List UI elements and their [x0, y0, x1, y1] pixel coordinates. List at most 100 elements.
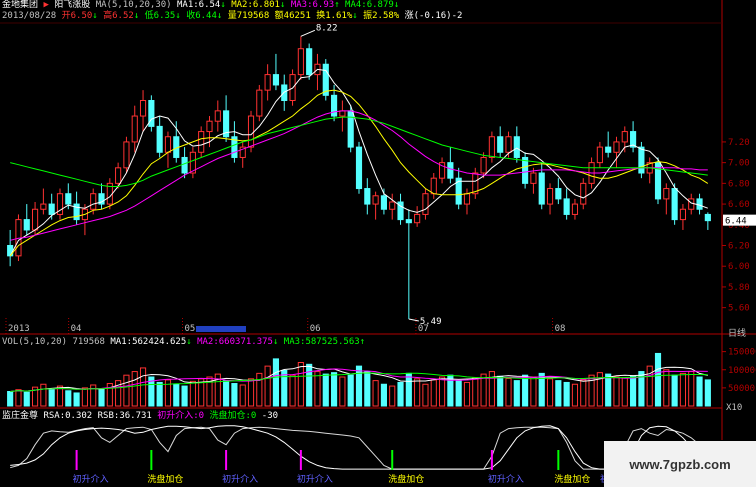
signal-label: 初升介入	[73, 473, 109, 485]
vol-value: 719568	[72, 337, 105, 347]
candle-down	[497, 136, 504, 153]
volume-bar-down	[48, 388, 55, 407]
volume-bar-up	[297, 362, 304, 407]
ma2-value: MA2:6.801	[231, 0, 280, 10]
candle-down	[272, 74, 280, 86]
volume-bar-down	[156, 381, 163, 407]
volume-bar-down	[73, 392, 80, 407]
candle-up	[613, 141, 620, 153]
candle-up	[414, 213, 421, 224]
candle-up	[463, 193, 471, 205]
candle-up	[139, 100, 147, 117]
volume-bar-down	[696, 376, 703, 407]
volume-bar-down	[605, 373, 612, 407]
tab-daily[interactable]: 日线	[728, 326, 746, 339]
candle-down	[671, 188, 678, 221]
volume-bar-down	[231, 383, 238, 407]
candle-up	[430, 177, 437, 195]
date-value: 2013/08/28	[2, 11, 57, 21]
candle-up	[546, 188, 554, 205]
volume-bar-down	[455, 380, 462, 407]
volume-bar-down	[272, 358, 280, 407]
candle-down	[380, 195, 387, 210]
signal-label: 洗盘加仓	[388, 473, 424, 485]
candle-up	[621, 131, 628, 143]
signal3-value: -30	[261, 411, 279, 421]
candle-down	[347, 110, 354, 148]
vol-tick-label: 50000	[728, 384, 755, 394]
volume-bar-up	[256, 372, 263, 407]
candle-up	[264, 74, 271, 91]
rsb-value: RSB:36.731	[97, 411, 152, 421]
signal1-value: 初升介入:0	[157, 411, 205, 421]
volume-bar-down	[380, 383, 387, 407]
volume-bar-down	[281, 369, 288, 407]
candle-up	[505, 136, 512, 153]
stock-name: 阳飞涨股	[54, 0, 91, 10]
volume-bar-up	[430, 379, 437, 407]
volume-bar-down	[7, 391, 14, 407]
candle-down	[306, 48, 313, 76]
candle-up	[256, 89, 263, 117]
volume-bar-up	[372, 380, 379, 407]
candle-down	[331, 94, 338, 117]
volume-bar-up	[546, 378, 554, 407]
signal-label: 初升介入	[488, 473, 524, 485]
ma1-value: MA1:6.54	[177, 0, 221, 10]
volume-bar-up	[81, 387, 88, 407]
volume-bar-up	[463, 381, 471, 407]
low-marker-line	[408, 318, 419, 322]
candle-down	[23, 219, 30, 231]
candle-down	[405, 219, 412, 224]
candle-up	[123, 141, 130, 169]
price-tick-label: 7.20	[728, 138, 750, 148]
candle-down	[156, 125, 163, 153]
price-tick-label: 6.60	[728, 200, 750, 210]
low-value: 低6.35	[144, 11, 176, 21]
price-tick-label: 5.80	[728, 283, 750, 293]
candle-down	[447, 162, 454, 179]
candle-down	[563, 198, 570, 215]
volume-bar-down	[513, 380, 520, 407]
candle-up	[90, 193, 97, 210]
ma4-value: MA4:6.879	[345, 0, 394, 10]
high-marker-line	[300, 29, 316, 37]
ohlc-header: 2013/08/28 开6.50↓ 高6.52↓ 低6.35↓ 收6.44↓ 量…	[2, 11, 463, 21]
range-highlight	[196, 326, 246, 332]
scale-label: X10	[726, 403, 743, 413]
volume-bar-up	[613, 376, 620, 407]
volume-bar-down	[98, 388, 105, 407]
candle-up	[488, 136, 495, 158]
volume-bar-down	[322, 373, 329, 407]
volume-bar-up	[123, 374, 130, 407]
volume-bar-down	[347, 374, 354, 407]
amount-value: 额46251	[274, 11, 311, 21]
volume-bar-up	[239, 384, 246, 407]
candle-up	[679, 208, 687, 221]
volume-bar-up	[414, 378, 421, 407]
volume-bar-down	[364, 371, 371, 407]
vol-ma3: MA3:587525.563	[283, 337, 360, 347]
candle-up	[571, 203, 579, 215]
volume-bar-down	[563, 381, 570, 407]
candle-down	[555, 188, 562, 200]
volume-bar-down	[555, 380, 562, 407]
current-price-label: 6.44	[725, 217, 747, 227]
candle-up	[31, 208, 39, 231]
candle-up	[372, 195, 379, 205]
candle-up	[214, 110, 221, 122]
volume-bar-down	[405, 372, 412, 407]
volume-bar-down	[497, 375, 504, 407]
candle-up	[40, 203, 47, 210]
volume-bar-up	[131, 371, 138, 407]
volume-bar-up	[314, 371, 321, 407]
candle-up	[131, 115, 138, 143]
candle-up	[389, 201, 396, 210]
candle-down	[181, 156, 188, 174]
company-name: 金地集团	[2, 0, 39, 10]
volume-bar-down	[65, 390, 72, 407]
volume-bar-down	[704, 379, 711, 407]
signal-label: 洗盘加仓	[554, 473, 590, 485]
volume-bar-down	[355, 365, 363, 407]
candle-down	[65, 193, 72, 205]
